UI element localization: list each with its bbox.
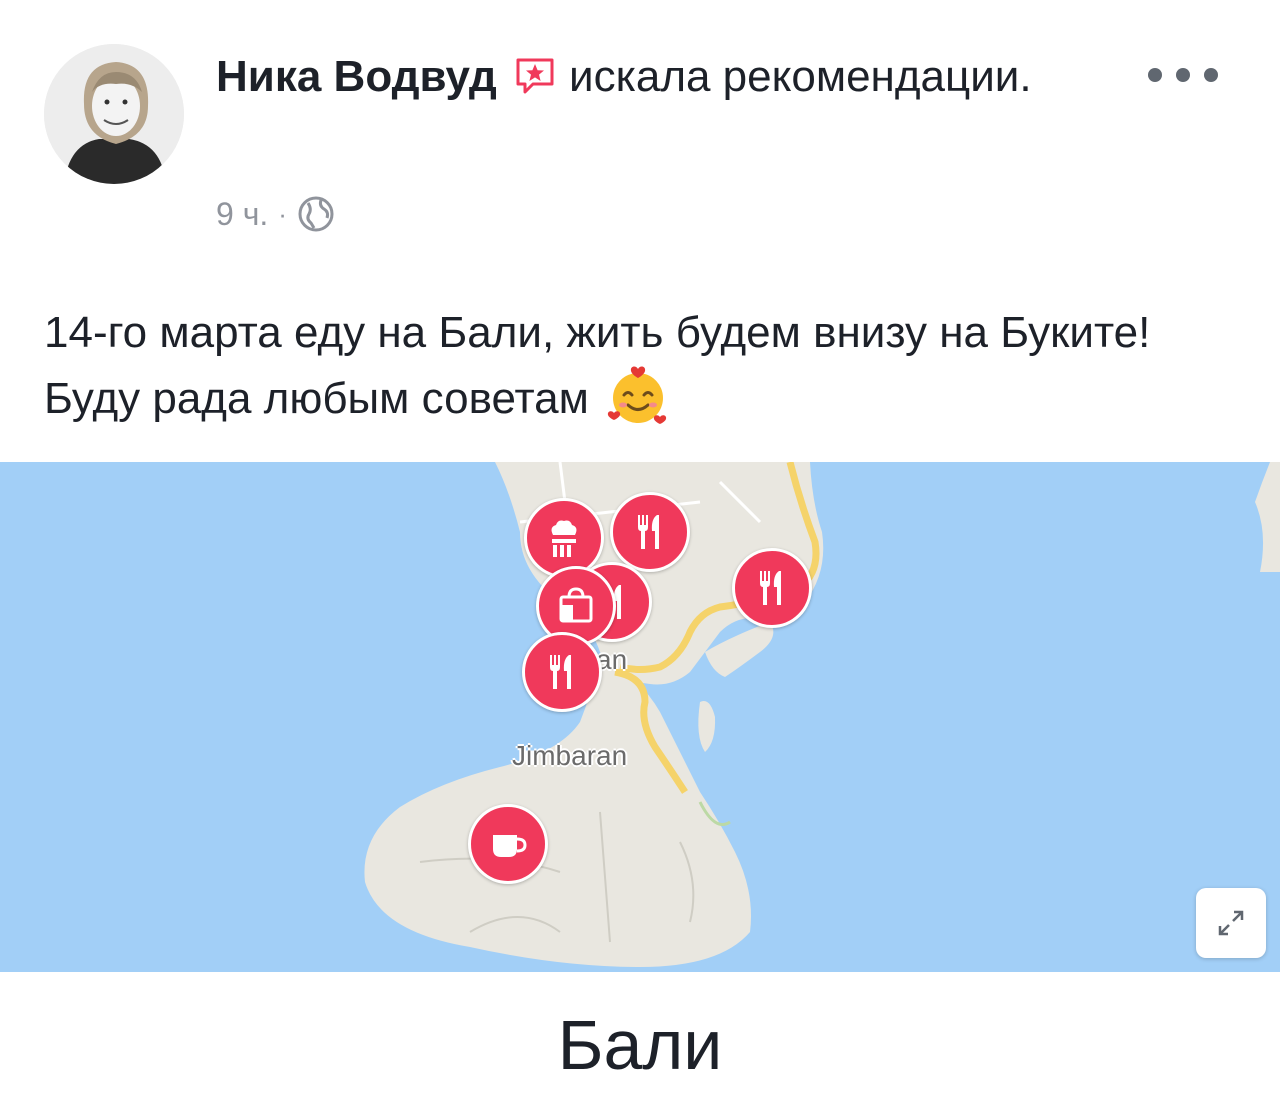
place-title[interactable]: Бали (0, 1000, 1280, 1090)
restaurant-icon (638, 515, 659, 549)
map-label-jimbaran: Jimbaran (512, 740, 628, 771)
post-card: Ника Водвуд искала рекомендации. 9 ч. · … (0, 0, 1280, 1105)
meta-separator: · (278, 198, 287, 229)
recommendation-badge-icon (516, 58, 554, 94)
post-text-content: 14-го марта еду на Бали, жить будем вниз… (44, 308, 1151, 423)
avatar[interactable] (44, 44, 184, 184)
more-dot-icon (1148, 68, 1162, 82)
bakery-icon (551, 520, 577, 557)
post-time[interactable]: 9 ч. (216, 196, 268, 233)
coffee-pin[interactable] (468, 804, 548, 884)
map[interactable]: an Jimbaran (0, 462, 1280, 972)
restaurant-pin[interactable] (522, 632, 602, 712)
shopping-bag-icon (559, 587, 593, 623)
restaurant-icon (550, 655, 571, 689)
expand-arrows-icon (1218, 910, 1244, 936)
smiling-face-with-hearts-icon (607, 366, 667, 424)
post-header: Ника Водвуд искала рекомендации. (216, 46, 1116, 108)
more-options-button[interactable] (1148, 60, 1218, 90)
more-dot-icon (1176, 68, 1190, 82)
globe-icon[interactable] (297, 195, 335, 233)
post-text: 14-го марта еду на Бали, жить будем вниз… (44, 300, 1244, 431)
post-meta: 9 ч. · (216, 194, 335, 234)
coffee-cup-icon (493, 835, 527, 857)
restaurant-pin[interactable] (732, 548, 812, 628)
more-dot-icon (1204, 68, 1218, 82)
post-action: искала рекомендации. (569, 52, 1032, 101)
author-name[interactable]: Ника Водвуд (216, 52, 497, 101)
restaurant-pin[interactable] (610, 492, 690, 572)
restaurant-icon (760, 571, 781, 605)
expand-map-button[interactable] (1196, 888, 1266, 958)
